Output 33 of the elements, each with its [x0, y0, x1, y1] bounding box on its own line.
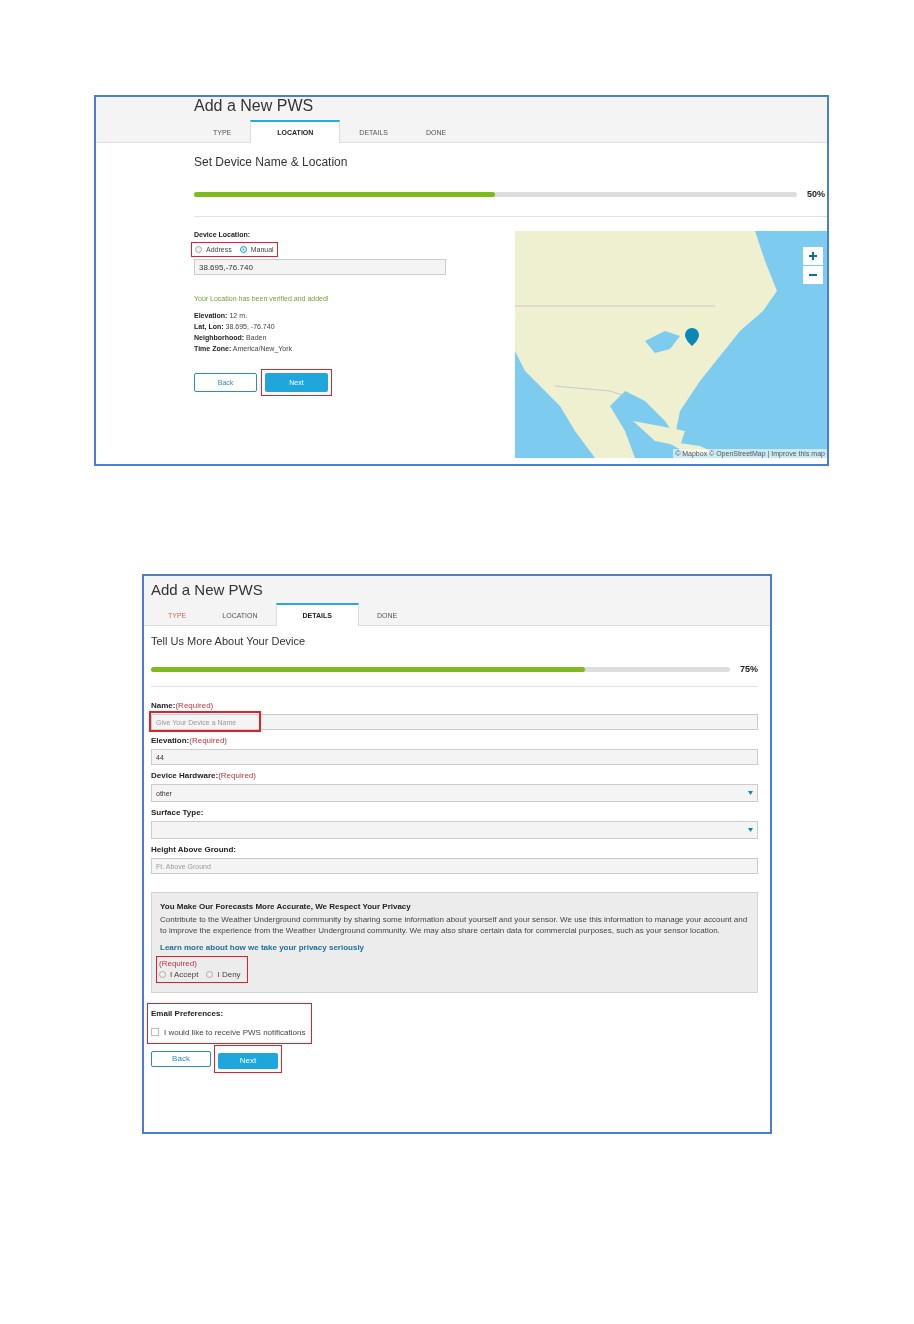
zoom-in-button[interactable]: [803, 247, 823, 265]
section-heading: Tell Us More About Your Device: [151, 635, 307, 647]
progress-percent: 75%: [740, 664, 758, 674]
page-title: Add a New PWS: [150, 581, 264, 599]
privacy-link[interactable]: Learn more about how we take your privacy seriously: [160, 943, 365, 952]
field-label: Device Hardware:(Required): [151, 771, 257, 780]
panel-text: Contribute to the Weather Underground community by sharing some information about yourself and your sensor. We use this information to manage your account and to improve the experience from the Weather Underground community. We may also share certain data for commercial purposes, such as your sensor location.: [160, 914, 749, 936]
section-heading: Set Device Name & Location: [194, 155, 349, 169]
required-note: (Required): [159, 959, 198, 968]
field-label: Elevation:(Required): [151, 736, 229, 745]
radio-button[interactable]: [195, 246, 202, 253]
checkbox[interactable]: [151, 1028, 159, 1036]
progress-percent: 50%: [807, 189, 826, 199]
plus-icon: [808, 251, 818, 261]
radio-button[interactable]: [159, 971, 166, 978]
caret-icon: [748, 828, 753, 832]
panel-title: You Make Our Forecasts More Accurate, We Respect Your Privacy: [160, 902, 412, 911]
caret-icon: [748, 791, 753, 795]
map-pin-icon: [685, 328, 699, 346]
dropdown[interactable]: [151, 821, 758, 839]
checkbox-option[interactable]: I would like to receive PWS notifications: [151, 1027, 306, 1037]
radio-button[interactable]: [206, 971, 214, 978]
back-button[interactable]: Back: [151, 1050, 211, 1067]
page-title: Add a New PWS: [193, 97, 315, 115]
zoom-out-button[interactable]: [803, 266, 823, 284]
radio-option[interactable]: I Deny: [206, 970, 241, 979]
radio-button[interactable]: [239, 246, 247, 253]
field-label: Height Above Ground:: [151, 845, 238, 854]
field-label: Email Preferences:: [151, 1009, 225, 1018]
field-label: Name:(Required): [151, 701, 215, 710]
field-label: Surface Type:: [151, 808, 205, 817]
radio-option[interactable]: I Accept: [159, 970, 199, 979]
coordinates-field[interactable]: 38.695,-76.740: [194, 259, 446, 275]
